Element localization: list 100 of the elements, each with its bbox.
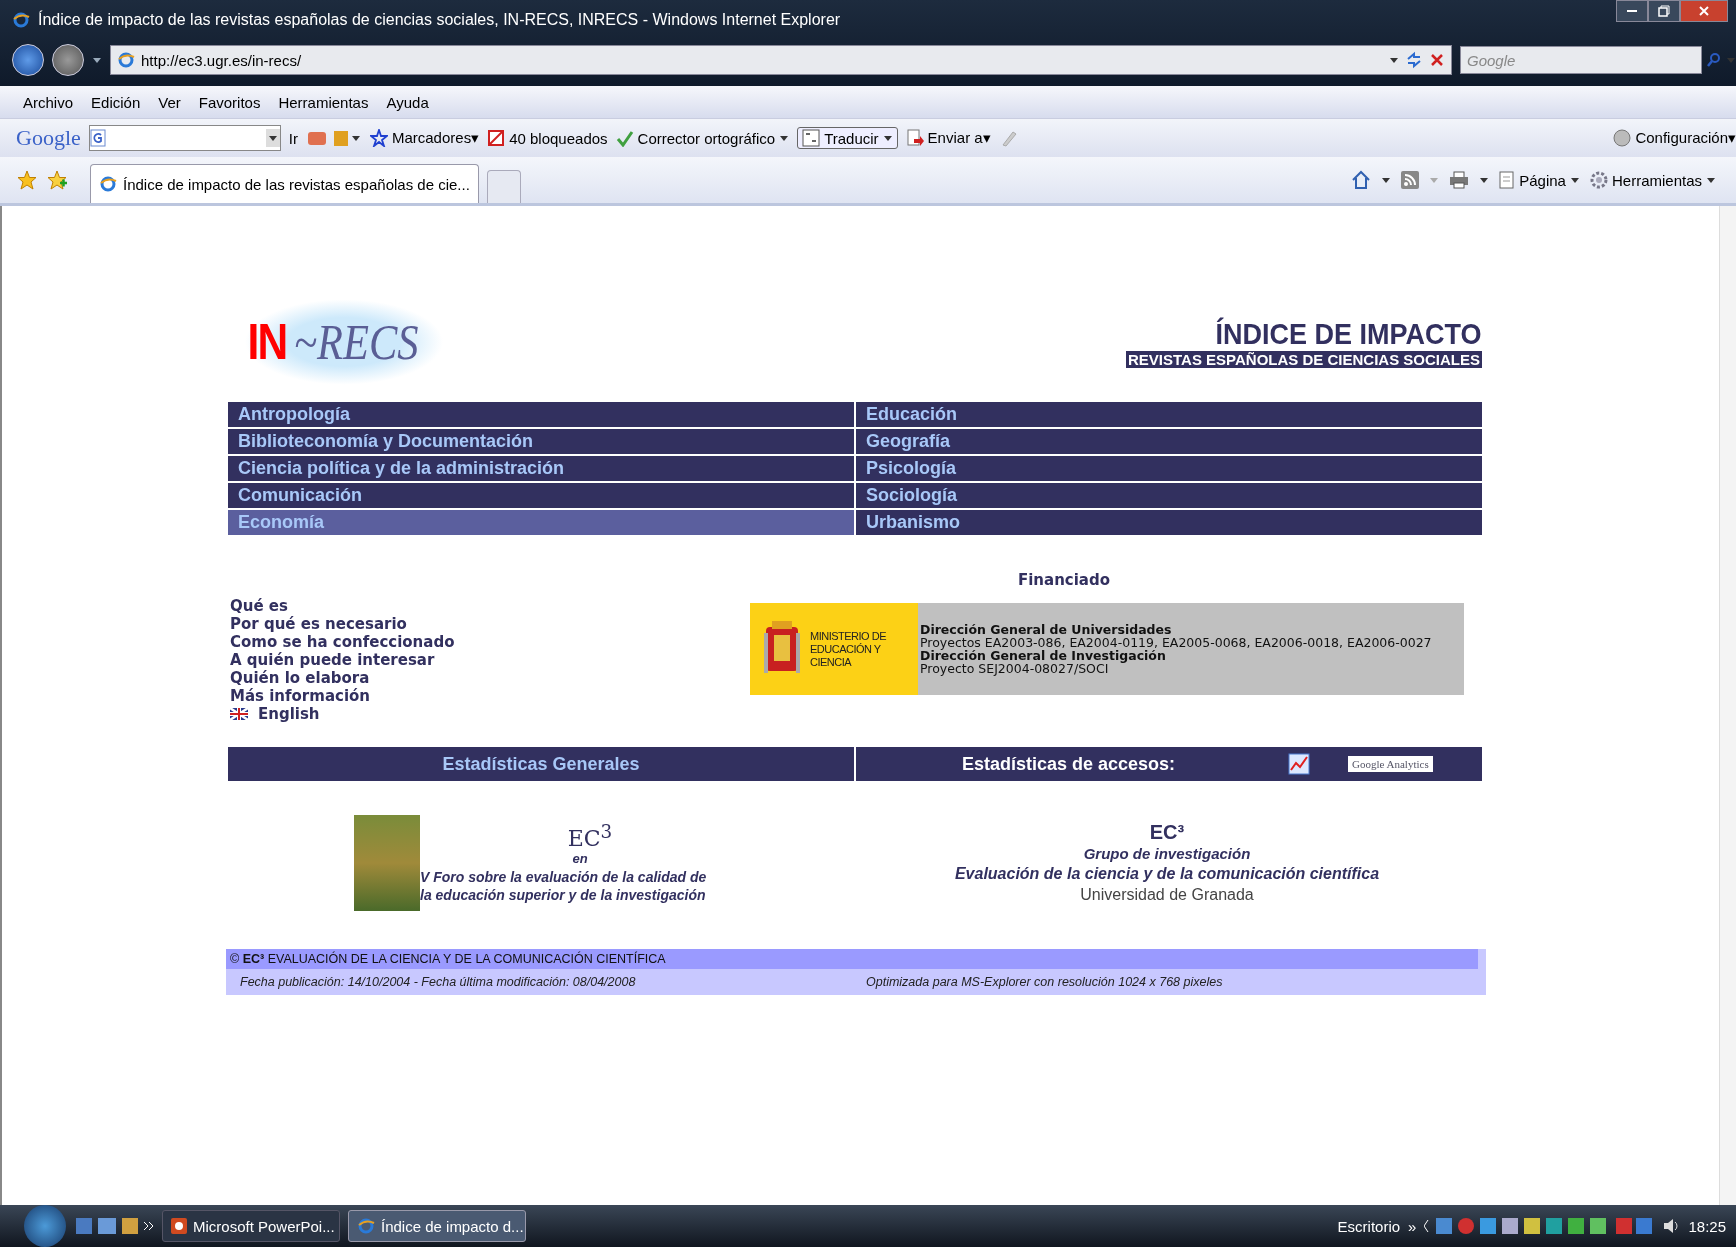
- toolbar-button[interactable]: Enviar a▾: [905, 129, 991, 147]
- button-label: Traducir: [824, 129, 879, 147]
- site-subtitle: REVISTAS ESPAÑOLAS DE CIENCIAS SOCIALES: [1126, 350, 1482, 368]
- command-button[interactable]: Herramientas: [1589, 171, 1716, 189]
- info-link[interactable]: Quién lo elabora: [230, 669, 750, 687]
- info-link[interactable]: Como se ha confeccionado: [230, 633, 750, 651]
- search-icon[interactable]: [1706, 52, 1722, 68]
- category-link[interactable]: Sociología: [856, 483, 1482, 508]
- button-label: Herramientas: [1611, 171, 1702, 189]
- stop-icon[interactable]: [1429, 52, 1445, 68]
- button-label: Enviar a▾: [927, 129, 991, 147]
- dropdown-caret-icon[interactable]: [1706, 175, 1716, 185]
- copyright-text: © EC³ EVALUACIÓN DE LA CIENCIA Y DE LA COMUNICACIÓN CIENTÍFICA: [226, 949, 1478, 969]
- star-icon: [369, 129, 388, 147]
- info-link[interactable]: Qué es: [230, 597, 750, 615]
- tab-title: Índice de impacto de las revistas españolas de cie...: [123, 175, 470, 193]
- desktop-label[interactable]: Escritorio: [1337, 1217, 1401, 1235]
- category-link[interactable]: Antropología: [228, 402, 854, 427]
- dropdown-caret-icon[interactable]: [1479, 175, 1490, 185]
- circle-icon: [1613, 129, 1632, 147]
- language-link[interactable]: English: [230, 705, 750, 723]
- spell-icon: [615, 129, 634, 147]
- taskbar-button[interactable]: Índice de impacto d...: [348, 1210, 526, 1242]
- address-bar[interactable]: http://ec3.ugr.es/in-recs/: [110, 45, 1452, 75]
- info-link[interactable]: A quién puede interesar: [230, 651, 750, 669]
- menu-item[interactable]: Ver: [149, 91, 190, 113]
- category-link[interactable]: Comunicación: [228, 483, 854, 508]
- dropdown-caret-icon[interactable]: [1569, 175, 1580, 185]
- google-logo: Google: [16, 125, 81, 151]
- back-button[interactable]: [12, 44, 44, 76]
- category-link[interactable]: Biblioteconomía y Documentación: [228, 429, 854, 454]
- category-link[interactable]: Urbanismo: [856, 510, 1482, 535]
- toolbar-button[interactable]: Traducir: [797, 127, 898, 149]
- browser-logo-icon: [357, 1217, 375, 1235]
- favorites-star-icon[interactable]: [16, 169, 38, 191]
- info-link[interactable]: Más información: [230, 687, 750, 705]
- start-button[interactable]: [24, 1205, 66, 1247]
- minimize-button[interactable]: [1616, 0, 1648, 22]
- line-chart-icon[interactable]: [1288, 753, 1310, 775]
- go-button[interactable]: Ir: [288, 129, 298, 147]
- access-stats-label: Estadísticas de accesos:: [962, 753, 1177, 775]
- search-field[interactable]: Google: [1460, 46, 1702, 74]
- more-button[interactable]: »: [1408, 1217, 1417, 1235]
- settings-button[interactable]: Configuración▾: [1613, 129, 1736, 147]
- quick-launch-icons-drawing[interactable]: [74, 1217, 154, 1235]
- forum-link[interactable]: V Foro sobre la evaluación de la calidad de la educación superior y de la investigación: [420, 868, 720, 905]
- presentation-icon: [171, 1218, 187, 1234]
- toolbar-button[interactable]: Marcadores▾: [369, 129, 480, 147]
- funding-text: Proyectos EA2003-086, EA2004-0119, EA2005-0068, EA2006-0018, EA2006-0027: [920, 636, 1433, 649]
- funding-heading: Financiado: [1017, 571, 1111, 589]
- en-text: en: [572, 851, 588, 867]
- group-title: EC³: [1149, 821, 1185, 844]
- toolbar-button[interactable]: Corrector ortográfico: [615, 129, 790, 147]
- flag-icon: [230, 708, 248, 720]
- toolbar-icons-drawing[interactable]: [305, 128, 362, 148]
- home-icon[interactable]: [1351, 170, 1372, 190]
- send-icon: [905, 129, 924, 147]
- category-link[interactable]: Ciencia política y de la administración: [228, 456, 854, 481]
- add-favorite-icon[interactable]: [46, 169, 68, 191]
- dropdown-caret-icon[interactable]: [92, 55, 102, 65]
- menu-item[interactable]: Archivo: [14, 91, 83, 113]
- speaker-icon[interactable]: [1662, 1217, 1681, 1235]
- forward-button[interactable]: [52, 44, 84, 76]
- menu-item[interactable]: Favoritos: [189, 91, 270, 113]
- toolbar-button[interactable]: 40 bloqueados: [487, 129, 608, 147]
- dropdown-caret-icon[interactable]: [882, 133, 893, 143]
- dropdown-caret-icon[interactable]: [1381, 175, 1392, 185]
- ministry-logo[interactable]: MINISTERIO DE EDUCACIÓN Y CIENCIA: [750, 603, 918, 695]
- analytics-logo[interactable]: Google Analytics: [1348, 756, 1433, 772]
- clock-text: 18:25: [1688, 1217, 1726, 1235]
- toolbar-search-field[interactable]: [88, 125, 281, 151]
- page-icon: [1499, 171, 1516, 189]
- info-link[interactable]: Por qué es necesario: [230, 615, 750, 633]
- menu-item[interactable]: Herramientas: [269, 91, 378, 113]
- menu-item[interactable]: Edición: [82, 91, 150, 113]
- browser-tab[interactable]: Índice de impacto de las revistas españolas de cie...: [90, 164, 479, 203]
- dropdown-caret-icon[interactable]: [779, 133, 790, 143]
- feed-icon[interactable]: [1401, 171, 1420, 189]
- dropdown-caret-icon[interactable]: [265, 129, 280, 147]
- category-link[interactable]: Geografía: [856, 429, 1482, 454]
- funding-text: Proyecto SEJ2004-08027/SOCI: [920, 662, 1109, 675]
- refresh-icon[interactable]: [1405, 51, 1423, 69]
- taskbar-button[interactable]: Microsoft PowerPoi...: [162, 1210, 340, 1242]
- browser-logo-icon: [12, 11, 30, 29]
- command-button[interactable]: Página: [1499, 171, 1580, 189]
- printer-icon[interactable]: [1449, 171, 1470, 189]
- g-icon: [89, 129, 106, 147]
- maximize-button[interactable]: [1648, 0, 1680, 22]
- dates-text: Fecha publicación: 14/10/2004 - Fecha última modificación: 08/04/2008: [239, 975, 637, 989]
- scrollbar[interactable]: [1719, 206, 1736, 1205]
- general-stats-link[interactable]: Estadísticas Generales: [228, 747, 854, 781]
- dropdown-caret-icon[interactable]: [1389, 55, 1399, 65]
- gear-icon: [1589, 171, 1608, 189]
- url-text: http://ec3.ugr.es/in-recs/: [141, 51, 303, 69]
- category-link[interactable]: Educación: [856, 402, 1482, 427]
- category-link[interactable]: Psicología: [856, 456, 1482, 481]
- restore-icon: [1658, 5, 1670, 17]
- menu-item[interactable]: Ayuda: [377, 91, 438, 113]
- button-label: 40 bloqueados: [509, 129, 608, 147]
- close-button[interactable]: [1680, 0, 1728, 22]
